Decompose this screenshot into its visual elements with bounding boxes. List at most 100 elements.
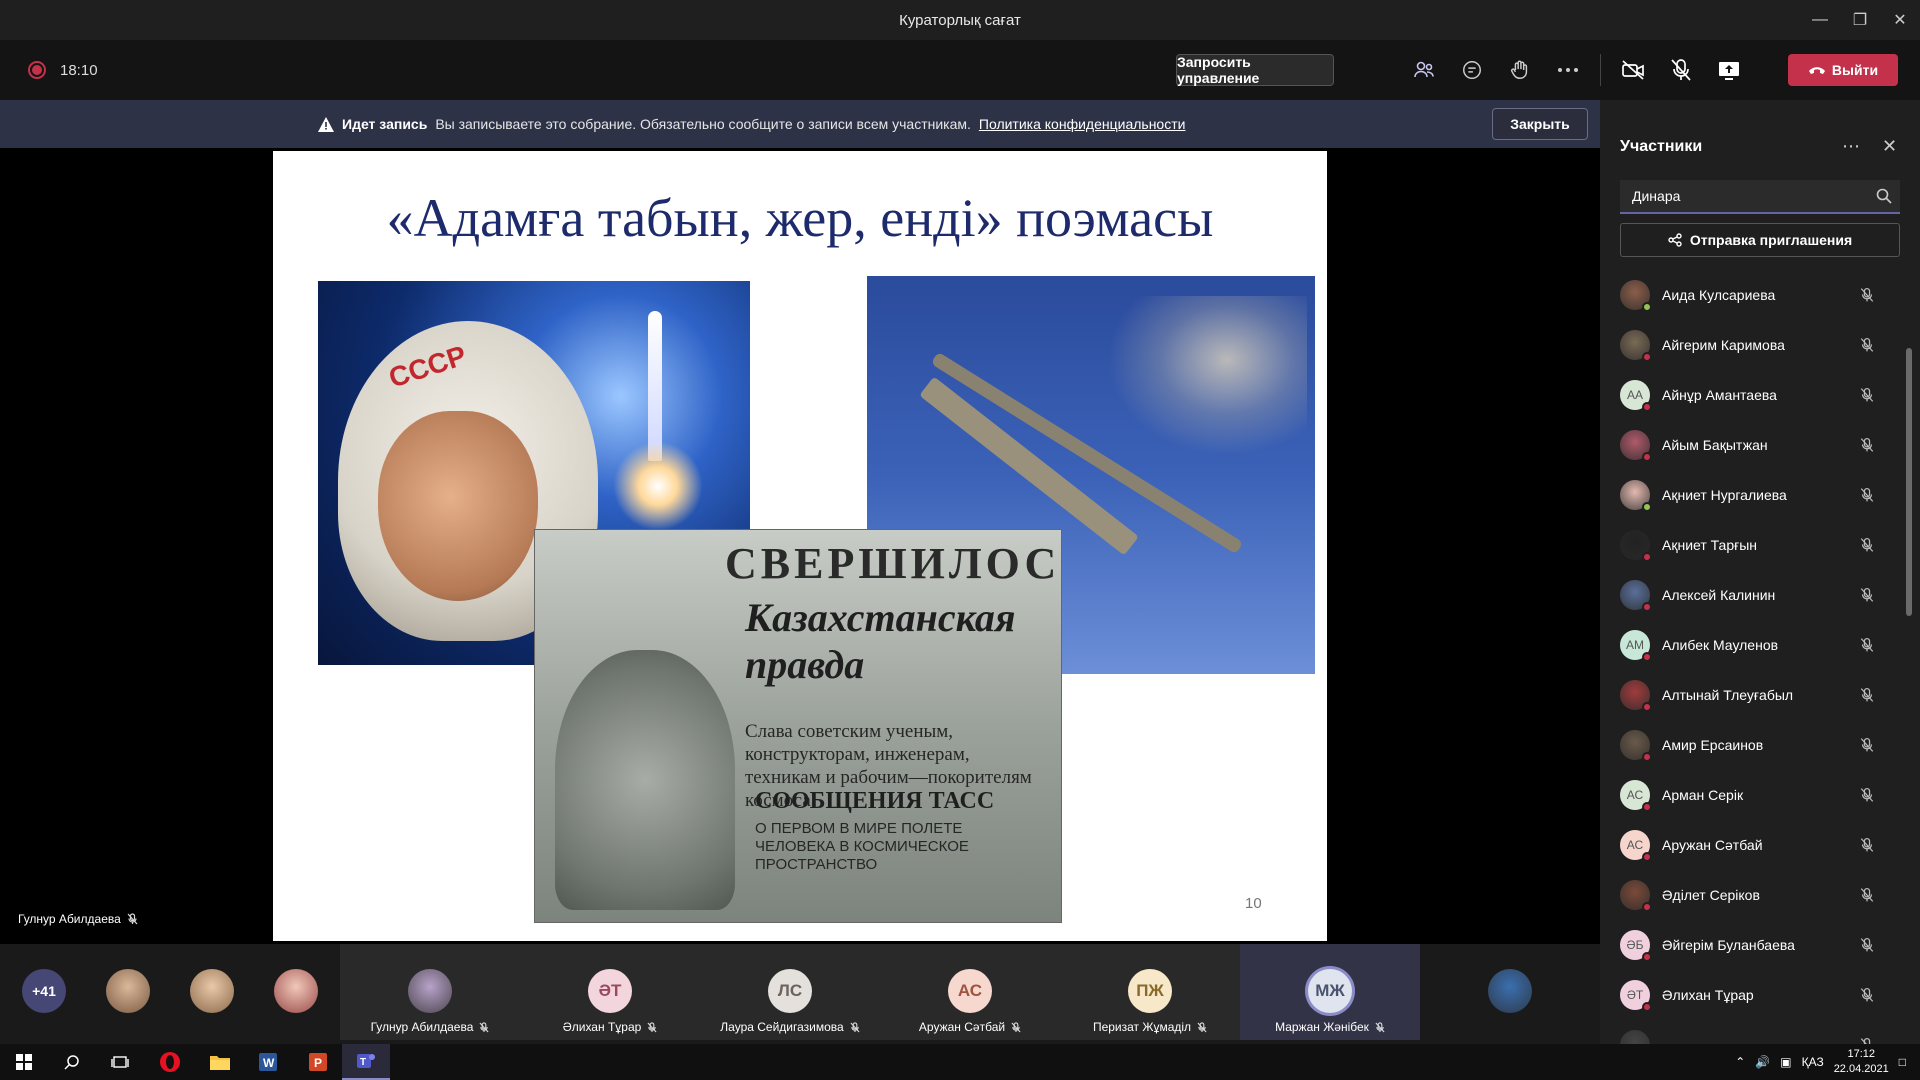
close-banner-button[interactable]: Закрыть xyxy=(1492,108,1588,140)
mic-off-icon[interactable] xyxy=(1857,937,1877,953)
participant-row[interactable]: ӘБ Әйгерім Буланбаева xyxy=(1620,920,1890,970)
restore-icon[interactable]: ❐ xyxy=(1840,0,1880,40)
participant-video-thumb[interactable] xyxy=(274,969,318,1013)
avatar xyxy=(1620,330,1652,362)
mic-off-icon[interactable] xyxy=(1857,837,1877,853)
participant-tile[interactable]: ПЖ Перизат Жұмаділ xyxy=(1060,944,1240,1040)
mic-off-icon[interactable] xyxy=(1857,737,1877,753)
mic-off-icon[interactable] xyxy=(1857,437,1877,453)
participant-row[interactable]: Айгерим Каримова xyxy=(1620,320,1890,370)
participant-tile[interactable]: МЖ Маржан Жәнібек xyxy=(1240,944,1420,1040)
task-view-icon[interactable] xyxy=(96,1044,144,1080)
avatar xyxy=(1620,480,1652,512)
close-window-icon[interactable]: ✕ xyxy=(1880,0,1920,40)
windows-start-icon[interactable] xyxy=(0,1044,48,1080)
camera-off-icon[interactable] xyxy=(1609,50,1657,90)
participant-tile[interactable] xyxy=(1420,944,1600,1040)
volume-icon[interactable]: 🔊 xyxy=(1755,1055,1770,1069)
share-screen-icon[interactable] xyxy=(1705,50,1753,90)
keyboard-language[interactable]: ҚАЗ xyxy=(1802,1055,1824,1069)
participant-row[interactable]: Әділет Серіков xyxy=(1620,870,1890,920)
participant-name: Алексей Калинин xyxy=(1662,587,1776,603)
participant-tile[interactable]: ӘТ Әлихан Тұрар xyxy=(520,944,700,1040)
mic-off-icon[interactable] xyxy=(1857,487,1877,503)
avatar-initials: АС xyxy=(1626,838,1644,852)
participant-row[interactable]: Ақниет Нургалиева xyxy=(1620,470,1890,520)
search-value: Динара xyxy=(1632,188,1681,204)
panel-more-icon[interactable]: ⋯ xyxy=(1842,136,1860,157)
avatar xyxy=(1620,430,1652,462)
avatar xyxy=(1620,680,1652,712)
privacy-policy-link[interactable]: Политика конфиденциальности xyxy=(979,116,1186,132)
mic-off-icon[interactable] xyxy=(1857,1037,1877,1044)
more-participants-button[interactable]: +41 xyxy=(22,969,66,1013)
teams-icon[interactable]: T xyxy=(342,1044,390,1080)
presence-status-icon xyxy=(1642,802,1652,812)
presence-status-icon xyxy=(1642,952,1652,962)
send-invite-button[interactable]: Отправка приглашения xyxy=(1620,223,1900,257)
mic-off-icon xyxy=(127,913,138,925)
participant-row[interactable]: Амир Ерсаинов xyxy=(1620,720,1890,770)
participant-row[interactable]: АС Арман Серік xyxy=(1620,770,1890,820)
participant-row[interactable]: АМ Алибек Мауленов xyxy=(1620,620,1890,670)
newspaper-image: СВЕРШИЛОСЬ! Казахстанская правда Слава с… xyxy=(534,529,1062,923)
participants-panel: Участники ⋯ ✕ Динара Отправка приглашени… xyxy=(1600,100,1920,1044)
participant-row[interactable]: Аида Кулсариева xyxy=(1620,270,1890,320)
mic-off-icon xyxy=(479,1022,489,1033)
search-icon[interactable] xyxy=(48,1044,96,1080)
participant-row[interactable]: ӘТ Әлихан Тұрар xyxy=(1620,970,1890,1020)
mic-off-icon[interactable] xyxy=(1857,537,1877,553)
participant-video-thumb[interactable] xyxy=(190,969,234,1013)
participant-search-input[interactable]: Динара xyxy=(1620,180,1900,214)
participant-row[interactable]: Алтынай Тлеуғабыл xyxy=(1620,670,1890,720)
participant-tile[interactable]: ЛС Лаура Сейдигазимова xyxy=(700,944,880,1040)
mic-off-icon[interactable] xyxy=(1857,787,1877,803)
participant-tile[interactable]: АС Аружан Сәтбай xyxy=(880,944,1060,1040)
avatar: АС xyxy=(1620,780,1652,812)
avatar-initials: ӘТ xyxy=(1626,988,1644,1002)
participant-row[interactable]: Алексей Калинин xyxy=(1620,570,1890,620)
participant-row[interactable]: АС Аружан Сәтбай xyxy=(1620,820,1890,870)
raise-hand-icon[interactable] xyxy=(1496,50,1544,90)
powerpoint-icon[interactable]: P xyxy=(294,1044,342,1080)
participant-row[interactable]: АА Айнұр Амантаева xyxy=(1620,370,1890,420)
avatar xyxy=(1620,280,1652,312)
participant-row[interactable]: Ақниет Тарғын xyxy=(1620,520,1890,570)
mic-off-icon[interactable] xyxy=(1857,337,1877,353)
participant-tile[interactable]: Гулнур Абилдаева xyxy=(340,944,520,1040)
presence-status-icon xyxy=(1642,352,1652,362)
participant-list: Аида Кулсариева Айгерим Каримова АА Айнұр А… xyxy=(1620,270,1890,1044)
minimize-icon[interactable]: — xyxy=(1800,0,1840,40)
mic-off-icon[interactable] xyxy=(1857,587,1877,603)
participant-row[interactable]: Айым Бақытжан xyxy=(1620,420,1890,470)
participant-list-scrollbar[interactable] xyxy=(1906,348,1912,616)
mic-off-icon[interactable] xyxy=(1857,387,1877,403)
mic-off-icon[interactable] xyxy=(1857,987,1877,1003)
network-icon[interactable]: ▣ xyxy=(1780,1055,1791,1069)
more-options-icon[interactable] xyxy=(1544,50,1592,90)
tray-chevron-icon[interactable]: ⌃ xyxy=(1735,1055,1745,1069)
mic-off-icon[interactable] xyxy=(1857,887,1877,903)
mic-off-icon[interactable] xyxy=(1857,637,1877,653)
request-control-button[interactable]: Запросить управление xyxy=(1176,54,1334,86)
meeting-toolbar: 18:10 Запросить управление Выйти xyxy=(0,40,1920,100)
participant-video-thumb[interactable] xyxy=(106,969,150,1013)
word-icon[interactable]: W xyxy=(244,1044,292,1080)
chat-icon[interactable] xyxy=(1448,50,1496,90)
participant-name: Алтынай Тлеуғабыл xyxy=(1662,687,1794,703)
presence-status-icon xyxy=(1642,852,1652,862)
search-icon[interactable] xyxy=(1876,188,1892,204)
notifications-icon[interactable]: □ xyxy=(1899,1055,1906,1069)
participant-row[interactable] xyxy=(1620,1020,1890,1044)
opera-icon[interactable] xyxy=(146,1044,194,1080)
participants-icon[interactable] xyxy=(1400,50,1448,90)
taskbar-clock[interactable]: 17:12 22.04.2021 xyxy=(1834,1047,1889,1077)
mic-off-icon[interactable] xyxy=(1857,287,1877,303)
newspaper-portrait-shape xyxy=(555,650,735,910)
mic-off-icon[interactable] xyxy=(1657,50,1705,90)
presence-status-icon xyxy=(1642,502,1652,512)
file-explorer-icon[interactable] xyxy=(196,1044,244,1080)
leave-button[interactable]: Выйти xyxy=(1788,54,1898,86)
mic-off-icon[interactable] xyxy=(1857,687,1877,703)
panel-close-icon[interactable]: ✕ xyxy=(1882,136,1897,157)
